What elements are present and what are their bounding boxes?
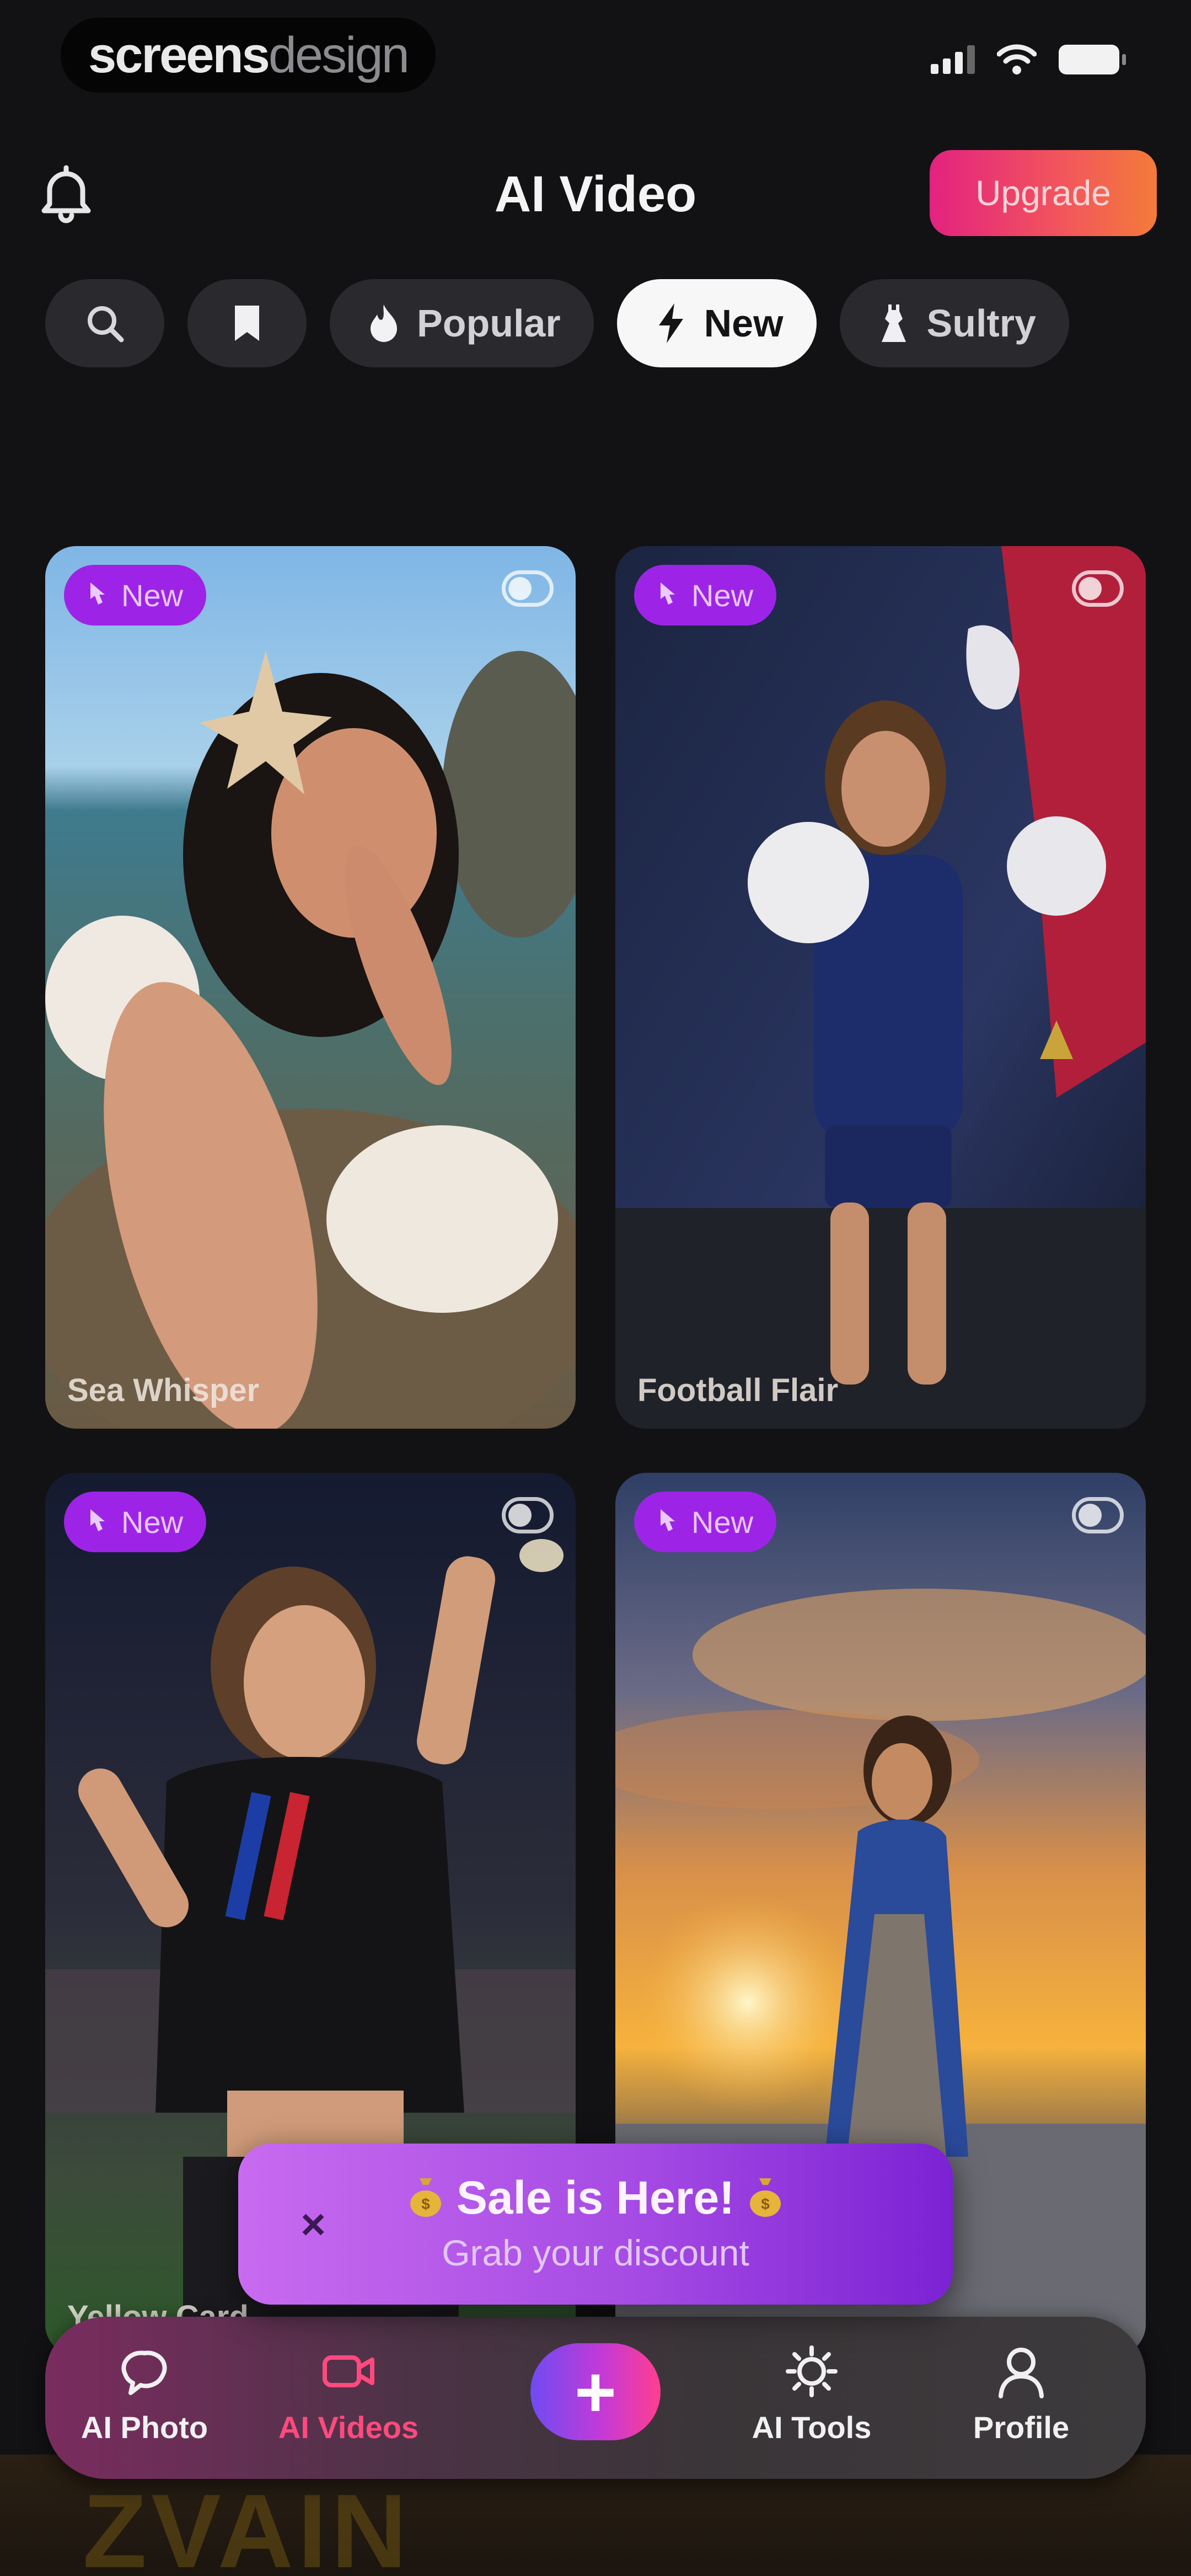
watermark-logo: screens design — [61, 18, 436, 93]
new-badge-label: New — [691, 1504, 754, 1540]
watermark-text-1: screens — [88, 26, 270, 83]
status-icons — [931, 44, 1126, 75]
nav-ai-videos[interactable]: AI Videos — [266, 2341, 431, 2445]
profile-icon — [999, 2348, 1044, 2398]
card-title: Football Flair — [637, 1372, 839, 1408]
signal-icon — [931, 45, 975, 74]
new-badge-label: New — [121, 1504, 184, 1540]
sale-title-row: $ Sale is Here! $ — [238, 2171, 953, 2225]
money-bag-icon: $ — [410, 2178, 441, 2217]
nav-profile-label: Profile — [973, 2410, 1070, 2445]
card-image — [615, 546, 1146, 1429]
nav-profile[interactable]: Profile — [938, 2341, 1104, 2445]
chip-popular[interactable]: Popular — [330, 279, 594, 367]
new-badge: New — [634, 565, 777, 626]
photo-icon — [121, 2350, 167, 2395]
sale-subtitle: Grab your discount — [442, 2232, 749, 2273]
new-badge: New — [64, 1492, 207, 1552]
nav-ai-videos-label: AI Videos — [278, 2410, 419, 2445]
search-chip[interactable] — [45, 279, 164, 367]
pointer-icon — [90, 582, 105, 605]
pointer-icon — [90, 1509, 105, 1531]
nav-ai-tools[interactable]: AI Tools — [729, 2341, 894, 2445]
video-icon — [323, 2355, 374, 2387]
chip-sultry-label: Sultry — [926, 302, 1036, 345]
chip-new[interactable]: New — [616, 279, 817, 367]
nav-ai-tools-label: AI Tools — [752, 2410, 872, 2445]
filter-chips: Popular New Sultry — [45, 279, 1069, 367]
card-image — [45, 546, 576, 1429]
new-badge: New — [634, 1492, 777, 1552]
preview-toggle[interactable] — [1072, 570, 1124, 607]
sale-title: Sale is Here! — [456, 2172, 735, 2224]
nav-ai-photo-label: AI Photo — [81, 2410, 208, 2445]
search-icon — [88, 306, 124, 343]
header: AI Video Upgrade — [0, 138, 1191, 248]
preview-toggle[interactable] — [502, 1497, 554, 1533]
bottom-background-text: ZVAIN — [83, 2473, 411, 2576]
bolt-icon — [658, 303, 683, 343]
dress-icon — [881, 304, 906, 342]
chip-new-label: New — [704, 302, 784, 345]
money-bag-icon: $ — [750, 2178, 781, 2217]
bookmark-chip[interactable] — [187, 279, 307, 367]
plus-icon: + — [575, 2351, 616, 2432]
card-title: Sea Whisper — [67, 1372, 260, 1408]
upgrade-button[interactable]: Upgrade — [930, 150, 1157, 236]
new-badge-label: New — [691, 578, 754, 613]
watermark-text-2: design — [268, 26, 410, 83]
battery-icon — [1059, 45, 1126, 74]
pointer-icon — [661, 1509, 675, 1531]
pointer-icon — [661, 582, 675, 605]
tools-icon — [786, 2345, 838, 2397]
svg-text:$: $ — [421, 2195, 430, 2212]
preview-toggle[interactable] — [502, 570, 554, 607]
wifi-icon — [997, 44, 1037, 74]
chip-sultry[interactable]: Sultry — [839, 279, 1069, 367]
video-card-1[interactable]: New Sea Whisper — [45, 546, 576, 1429]
sale-banner[interactable]: × $ Sale is Here! $ Grab your discount — [238, 2144, 953, 2305]
bookmark-icon — [235, 306, 259, 341]
chip-popular-label: Popular — [417, 302, 561, 345]
bottom-nav: AI Photo AI Videos + AI Tools Profile — [45, 2317, 1146, 2479]
nav-ai-photo[interactable]: AI Photo — [62, 2341, 227, 2445]
fire-icon — [371, 304, 397, 342]
status-bar: screens design — [0, 0, 1191, 121]
video-card-2[interactable]: New Football Flair — [615, 546, 1146, 1429]
create-button[interactable]: + — [530, 2343, 661, 2440]
svg-text:$: $ — [761, 2195, 770, 2212]
preview-toggle[interactable] — [1072, 1497, 1124, 1533]
new-badge: New — [64, 565, 207, 626]
new-badge-label: New — [121, 578, 184, 613]
